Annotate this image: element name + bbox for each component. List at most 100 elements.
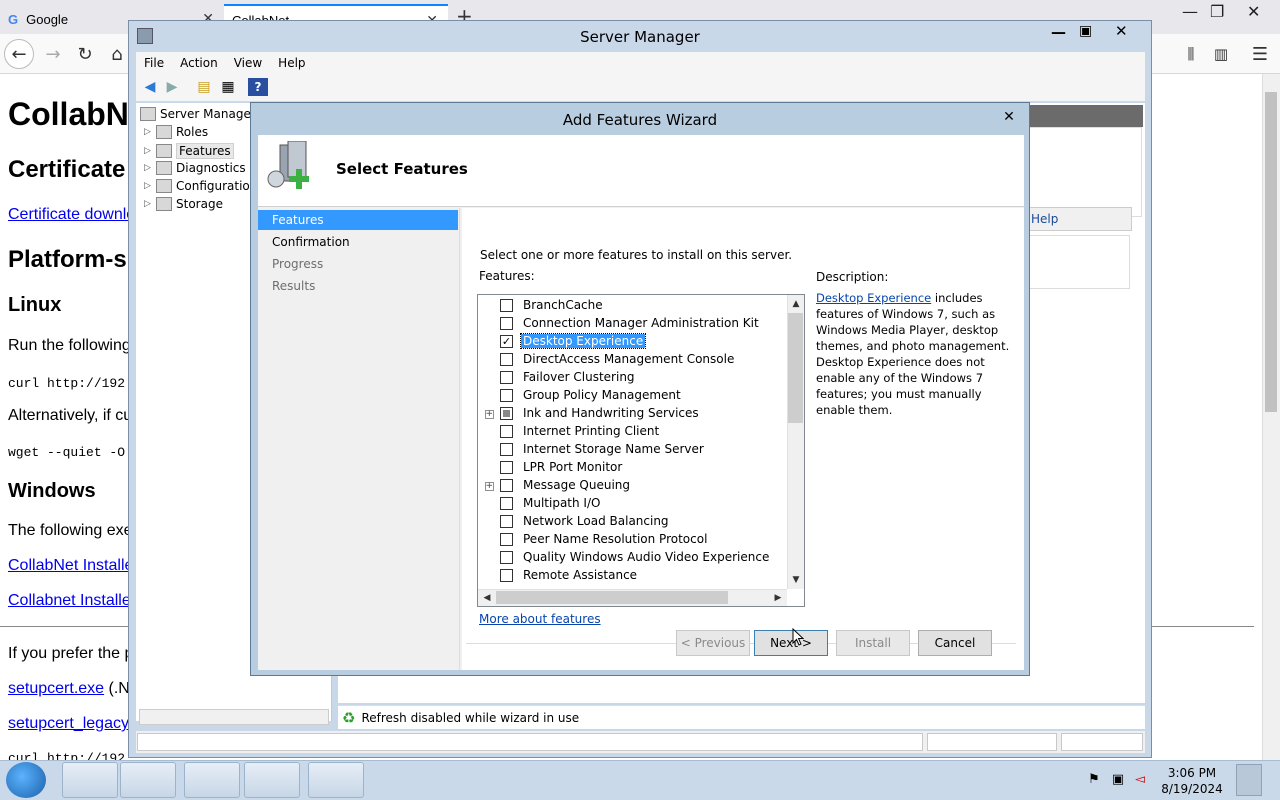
checkbox[interactable] bbox=[500, 496, 513, 510]
forward-arrow-icon[interactable]: ▶ bbox=[162, 78, 182, 96]
scrollbar-thumb[interactable] bbox=[788, 313, 803, 423]
close-icon[interactable]: ✕ bbox=[1115, 22, 1128, 40]
feature-item[interactable]: Multipath I/O bbox=[478, 494, 788, 512]
server-manager-taskbar-icon[interactable] bbox=[62, 762, 118, 798]
checkbox[interactable] bbox=[500, 298, 513, 312]
checkbox[interactable] bbox=[500, 388, 513, 402]
certificate-download-link[interactable]: Certificate downlo bbox=[8, 206, 135, 224]
tree-item-storage[interactable]: ▷ Storage bbox=[144, 197, 223, 211]
menu-help[interactable]: Help bbox=[270, 56, 313, 70]
checkbox[interactable] bbox=[500, 514, 513, 528]
expand-icon[interactable]: ▷ bbox=[144, 127, 156, 137]
volume-muted-icon[interactable]: ◅ bbox=[1132, 772, 1148, 788]
more-about-features-link[interactable]: More about features bbox=[479, 612, 601, 626]
feature-item[interactable]: Group Policy Management bbox=[478, 386, 788, 404]
expand-icon[interactable]: ▷ bbox=[144, 199, 156, 209]
feature-item[interactable]: DirectAccess Management Console bbox=[478, 350, 788, 368]
checkbox[interactable] bbox=[500, 352, 513, 366]
cancel-button[interactable]: Cancel bbox=[918, 630, 992, 656]
feature-item-selected[interactable]: ✓ Desktop Experience bbox=[478, 332, 788, 350]
feature-item[interactable]: BranchCache bbox=[478, 296, 788, 314]
expand-icon[interactable]: ▷ bbox=[144, 181, 156, 191]
install-button[interactable]: Install bbox=[836, 630, 910, 656]
scroll-left-icon[interactable]: ◀ bbox=[479, 590, 495, 606]
setupcert-legacy-link[interactable]: setupcert_legacy bbox=[8, 715, 129, 733]
scroll-right-icon[interactable]: ▶ bbox=[770, 590, 786, 606]
menu-action[interactable]: Action bbox=[172, 56, 226, 70]
expand-plus-icon[interactable]: + bbox=[484, 409, 494, 419]
tree-item-roles[interactable]: ▷ Roles bbox=[144, 125, 208, 139]
control-panel-taskbar-icon[interactable] bbox=[184, 762, 240, 798]
network-icon[interactable]: ▣ bbox=[1110, 772, 1126, 788]
feature-item[interactable]: Peer Name Resolution Protocol bbox=[478, 530, 788, 548]
feature-item[interactable]: Internet Printing Client bbox=[478, 422, 788, 440]
explorer-taskbar-icon[interactable] bbox=[120, 762, 176, 798]
checkbox[interactable] bbox=[500, 568, 513, 582]
scroll-down-icon[interactable]: ▼ bbox=[788, 572, 804, 588]
menu-file[interactable]: File bbox=[136, 56, 172, 70]
tree-item-configuration[interactable]: ▷ Configuration bbox=[144, 179, 257, 193]
close-icon[interactable]: ✕ bbox=[1247, 2, 1260, 21]
tree-item-diagnostics[interactable]: ▷ Diagnostics bbox=[144, 161, 246, 175]
maximize-icon[interactable]: ▣ bbox=[1079, 23, 1092, 39]
tree-root[interactable]: Server Manager ( bbox=[140, 107, 264, 121]
checkbox[interactable] bbox=[500, 478, 513, 492]
start-button[interactable] bbox=[6, 762, 46, 798]
expand-plus-icon[interactable]: + bbox=[484, 481, 494, 491]
expand-icon[interactable]: ▷ bbox=[144, 146, 156, 156]
feature-item[interactable]: Internet Storage Name Server bbox=[478, 440, 788, 458]
installer-link-2[interactable]: Collabnet Installer bbox=[8, 592, 136, 610]
expand-icon[interactable]: ▷ bbox=[144, 163, 156, 173]
folder-up-icon[interactable]: ▤ bbox=[194, 78, 214, 96]
feature-item[interactable]: + Message Queuing bbox=[478, 476, 788, 494]
feature-item[interactable]: Connection Manager Administration Kit bbox=[478, 314, 788, 332]
minimize-icon[interactable]: — bbox=[1051, 23, 1066, 41]
clock[interactable]: 3:06 PM 8/19/2024 bbox=[1156, 765, 1228, 797]
checkbox[interactable] bbox=[500, 370, 513, 384]
tree-item-features[interactable]: ▷ Features bbox=[144, 143, 234, 159]
help-icon[interactable]: ? bbox=[248, 78, 268, 96]
checkbox[interactable] bbox=[500, 316, 513, 330]
firefox-taskbar-icon[interactable] bbox=[308, 762, 364, 798]
tree-horizontal-scrollbar[interactable] bbox=[139, 709, 329, 725]
forward-arrow-icon[interactable]: → bbox=[38, 39, 68, 69]
description-link[interactable]: Desktop Experience bbox=[816, 291, 931, 305]
menu-view[interactable]: View bbox=[226, 56, 270, 70]
sidebar-icon[interactable]: ▥ bbox=[1206, 39, 1236, 69]
step-features[interactable]: Features bbox=[258, 210, 458, 230]
checkbox[interactable] bbox=[500, 550, 513, 564]
back-arrow-icon[interactable]: ◀ bbox=[140, 78, 160, 96]
flag-icon[interactable]: ⚑ bbox=[1086, 772, 1102, 788]
installer-link-1[interactable]: CollabNet Installe bbox=[8, 557, 133, 575]
checkbox[interactable] bbox=[500, 424, 513, 438]
library-icon[interactable]: ⫼ bbox=[1176, 39, 1206, 69]
restore-icon[interactable]: ❐ bbox=[1210, 2, 1224, 21]
show-hide-tree-icon[interactable]: ▦ bbox=[218, 78, 238, 96]
help-link[interactable]: Help bbox=[1022, 207, 1132, 231]
step-confirmation[interactable]: Confirmation bbox=[258, 232, 458, 252]
checkbox[interactable] bbox=[500, 442, 513, 456]
feature-item[interactable]: LPR Port Monitor bbox=[478, 458, 788, 476]
scroll-up-icon[interactable]: ▲ bbox=[788, 296, 804, 312]
checkbox-partial[interactable] bbox=[500, 406, 513, 420]
feature-item[interactable]: + Ink and Handwriting Services bbox=[478, 404, 788, 422]
checkbox[interactable] bbox=[500, 532, 513, 546]
setupcert-link[interactable]: setupcert.exe bbox=[8, 680, 104, 697]
next-button[interactable]: Next > bbox=[754, 630, 828, 656]
checkbox-checked[interactable]: ✓ bbox=[500, 334, 513, 348]
feature-item[interactable]: Failover Clustering bbox=[478, 368, 788, 386]
back-arrow-icon[interactable]: ← bbox=[4, 39, 34, 69]
close-icon[interactable]: ✕ bbox=[999, 105, 1019, 129]
previous-button[interactable]: < Previous bbox=[676, 630, 750, 656]
feature-item[interactable]: Network Load Balancing bbox=[478, 512, 788, 530]
page-scrollbar-thumb[interactable] bbox=[1265, 92, 1277, 412]
checkbox[interactable] bbox=[500, 460, 513, 474]
menu-icon[interactable]: ☰ bbox=[1245, 39, 1275, 69]
features-list[interactable]: BranchCache Connection Manager Administr… bbox=[477, 294, 805, 607]
scrollbar-thumb[interactable] bbox=[496, 591, 728, 604]
reload-icon[interactable]: ↻ bbox=[70, 39, 100, 69]
minimize-icon[interactable]: — bbox=[1182, 2, 1198, 21]
feature-item[interactable]: Quality Windows Audio Video Experience bbox=[478, 548, 788, 566]
feature-item[interactable]: Remote Assistance bbox=[478, 566, 788, 584]
toolbox-taskbar-icon[interactable] bbox=[244, 762, 300, 798]
